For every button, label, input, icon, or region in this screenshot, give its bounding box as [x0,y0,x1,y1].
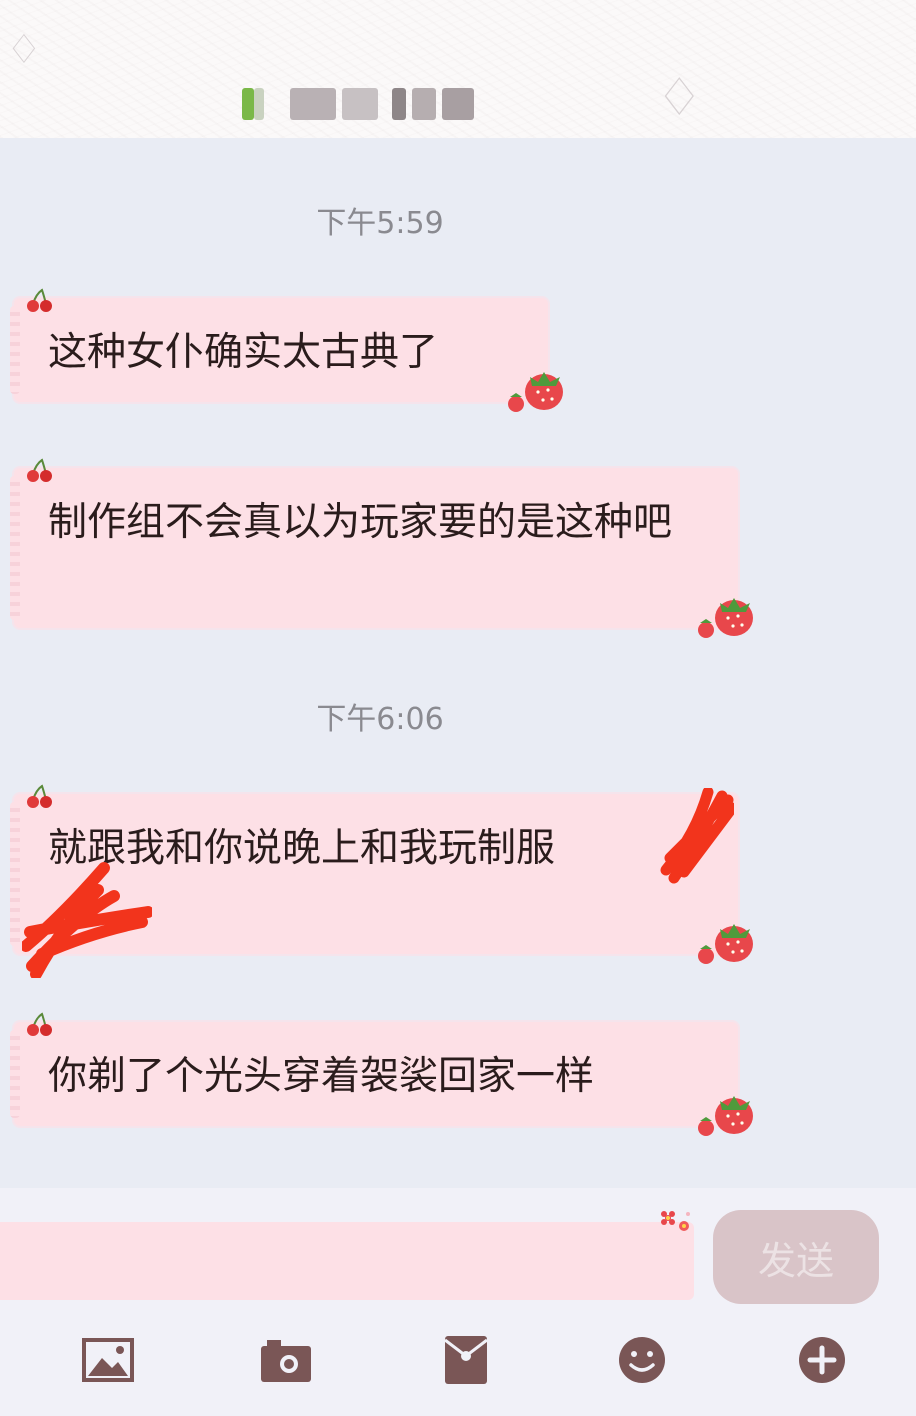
message-input[interactable] [0,1222,694,1300]
message-text: 这种女仆确实太古典了 [48,330,439,375]
sparkle-icon: ♢ [656,68,703,128]
message-bubble[interactable]: 就跟我和你说晚上和我玩制服 [10,784,753,978]
sparkle-icon: ♢ [6,27,42,73]
toolbar [0,1316,916,1416]
message-timestamp: 下午6:06 [316,702,444,737]
chat-message-list[interactable]: 下午5:59 这种女仆确实太古典了 制作组不会真以为玩家要的是这种吧 下午6:0… [0,138,916,1188]
message-text: 就跟我和你说晚上和我玩制服 [48,826,556,871]
cherry-icon [27,288,52,312]
flower-icon [661,1211,690,1231]
strawberry-icon [698,598,753,638]
strawberry-icon [698,1096,753,1136]
message-timestamp: 下午5:59 [316,206,444,241]
contact-name[interactable] [242,88,474,120]
message-bubble[interactable]: 制作组不会真以为玩家要的是这种吧 [10,458,753,638]
plus-icon[interactable] [794,1332,850,1388]
message-bubble[interactable]: 你剃了个光头穿着袈裟回家一样 [10,1012,753,1136]
send-button[interactable]: 发送 [713,1210,879,1304]
message-text: 制作组不会真以为玩家要的是这种吧 [48,500,673,545]
message-bubble[interactable]: 这种女仆确实太古典了 [10,288,563,412]
input-bar: 发送 [0,1188,916,1416]
cherry-icon [27,1012,52,1036]
cherry-icon [27,458,52,482]
strawberry-icon [508,372,563,412]
message-text: 你剃了个光头穿着袈裟回家一样 [48,1054,595,1099]
red-packet-icon[interactable] [438,1332,494,1388]
chat-header: ♢ ♢ [0,0,916,138]
strawberry-icon [698,924,753,964]
cherry-icon [27,784,52,808]
redaction-scribble [660,788,734,884]
image-icon[interactable] [80,1332,136,1388]
redaction-scribble [22,862,152,978]
emoji-icon[interactable] [614,1332,670,1388]
camera-icon[interactable] [258,1332,314,1388]
